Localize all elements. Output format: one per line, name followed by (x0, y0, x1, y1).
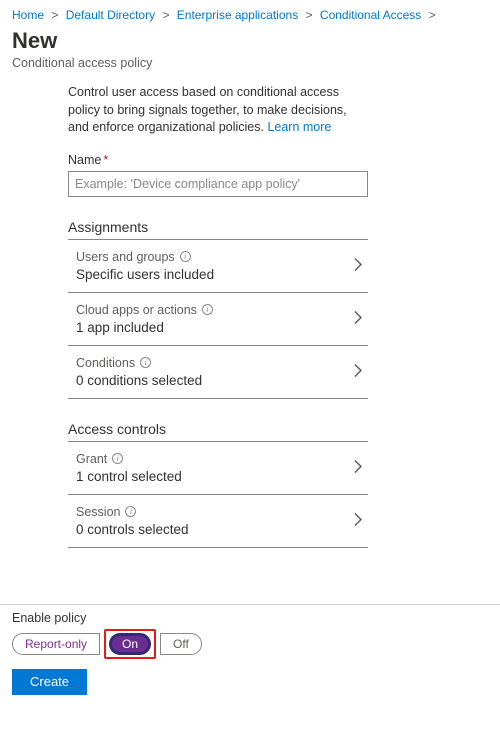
chevron-right-icon (354, 459, 362, 476)
chevron-right-icon: > (306, 8, 313, 22)
chevron-right-icon (354, 257, 362, 274)
row-title-label: Session (76, 505, 120, 519)
assignments-heading: Assignments (68, 219, 368, 240)
row-title-label: Grant (76, 452, 107, 466)
info-icon[interactable]: i (140, 357, 151, 368)
row-value: 0 conditions selected (76, 373, 346, 388)
access-controls-heading: Access controls (68, 421, 368, 442)
row-title-label: Cloud apps or actions (76, 303, 197, 317)
row-value: 1 app included (76, 320, 346, 335)
info-icon[interactable]: i (112, 453, 123, 464)
breadcrumb: Home > Default Directory > Enterprise ap… (12, 8, 488, 22)
enable-policy-label: Enable policy (12, 611, 488, 625)
row-value: Specific users included (76, 267, 346, 282)
chevron-right-icon: > (162, 8, 169, 22)
info-icon[interactable]: i (125, 506, 136, 517)
row-grant[interactable]: Grant i 1 control selected (68, 442, 368, 495)
enable-policy-toggle: Report-only On Off (12, 629, 488, 659)
toggle-report-only[interactable]: Report-only (12, 633, 100, 655)
row-session[interactable]: Session i 0 controls selected (68, 495, 368, 548)
row-title-label: Conditions (76, 356, 135, 370)
chevron-right-icon (354, 363, 362, 380)
row-conditions[interactable]: Conditions i 0 conditions selected (68, 346, 368, 399)
learn-more-link[interactable]: Learn more (267, 120, 331, 134)
toggle-on-highlight: On (104, 629, 156, 659)
info-icon[interactable]: i (180, 251, 191, 262)
toggle-off[interactable]: Off (160, 633, 202, 655)
toggle-on[interactable]: On (109, 633, 151, 655)
breadcrumb-home[interactable]: Home (12, 8, 44, 22)
breadcrumb-conditional-access[interactable]: Conditional Access (320, 8, 421, 22)
page-title: New (12, 28, 488, 54)
chevron-right-icon: > (429, 8, 436, 22)
create-button[interactable]: Create (12, 669, 87, 695)
row-title-label: Users and groups (76, 250, 175, 264)
row-value: 0 controls selected (76, 522, 346, 537)
page-subtitle: Conditional access policy (12, 56, 488, 70)
chevron-right-icon: > (51, 8, 58, 22)
breadcrumb-default-directory[interactable]: Default Directory (66, 8, 155, 22)
breadcrumb-enterprise-applications[interactable]: Enterprise applications (177, 8, 298, 22)
name-field-label: Name* (68, 153, 368, 167)
info-icon[interactable]: i (202, 304, 213, 315)
row-value: 1 control selected (76, 469, 346, 484)
chevron-right-icon (354, 310, 362, 327)
row-users-and-groups[interactable]: Users and groups i Specific users includ… (68, 240, 368, 293)
required-asterisk-icon: * (103, 153, 108, 167)
chevron-right-icon (354, 512, 362, 529)
row-cloud-apps-or-actions[interactable]: Cloud apps or actions i 1 app included (68, 293, 368, 346)
policy-description: Control user access based on conditional… (68, 84, 368, 137)
policy-name-input[interactable] (68, 171, 368, 197)
